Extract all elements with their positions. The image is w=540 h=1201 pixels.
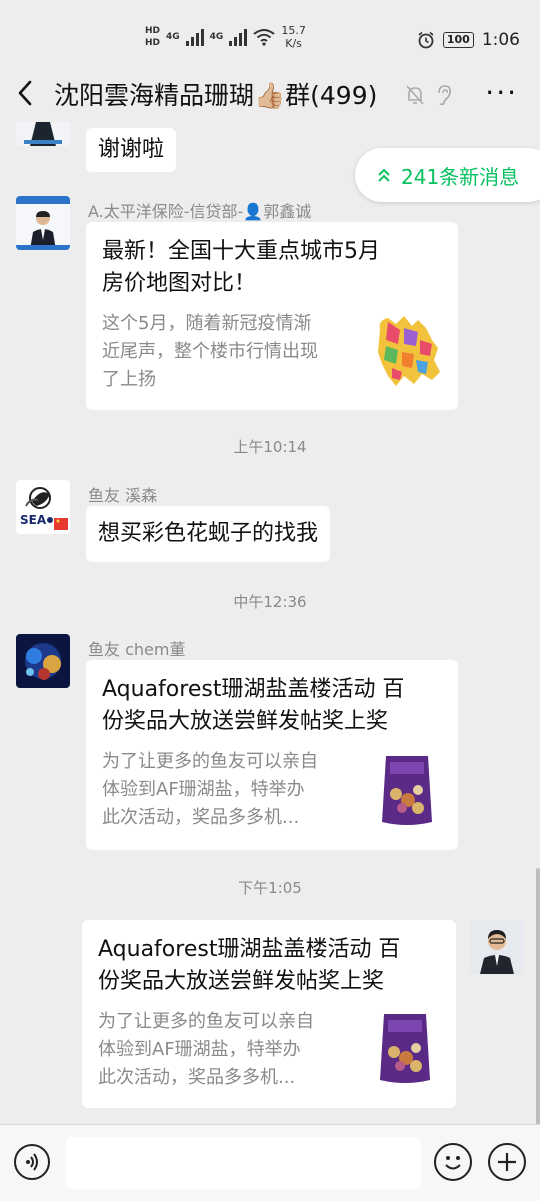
card-desc-line: 体验到AF珊湖盐，特举办 bbox=[98, 1039, 301, 1060]
message-input[interactable] bbox=[66, 1137, 421, 1189]
card-desc-line: 为了让更多的鱼友可以亲自 bbox=[98, 1011, 314, 1032]
sim2-label: 4G bbox=[209, 32, 224, 42]
chat-title: 沈阳雲海精品珊瑚👍🏼群(499) bbox=[54, 81, 378, 110]
new-messages-button[interactable]: 241条新消息 bbox=[355, 148, 540, 202]
card-title: Aquaforest珊湖盐盖楼活动 百 份奖品大放送尝鲜发帖奖上奖 bbox=[98, 934, 400, 998]
back-icon[interactable] bbox=[16, 78, 34, 116]
hd-indicator: HD HD bbox=[145, 25, 160, 49]
card-desc-line: 这个5月，随着新冠疫情渐 bbox=[102, 313, 312, 334]
avatar[interactable] bbox=[16, 122, 70, 146]
mute-icon bbox=[406, 85, 424, 105]
signal-icon bbox=[185, 28, 204, 46]
avatar[interactable] bbox=[16, 634, 70, 688]
card-title-line: 份奖品大放送尝鲜发帖奖上奖 bbox=[102, 709, 389, 734]
speed-unit: K/s bbox=[285, 37, 302, 50]
card-desc-line: 体验到AF珊湖盐，特举办 bbox=[102, 779, 305, 800]
voice-icon[interactable] bbox=[14, 1144, 50, 1180]
timestamp: 中午12:36 bbox=[233, 593, 307, 611]
card-title: 最新！全国十大重点城市5月 房价地图对比！ bbox=[102, 236, 380, 300]
scrollbar[interactable] bbox=[536, 868, 540, 1128]
link-card[interactable]: Aquaforest珊湖盐盖楼活动 百 份奖品大放送尝鲜发帖奖上奖 为了让更多的… bbox=[82, 920, 456, 1108]
my-avatar[interactable] bbox=[470, 920, 524, 974]
hd-label-top: HD bbox=[145, 26, 161, 36]
card-desc-line: 为了让更多的鱼友可以亲自 bbox=[102, 751, 318, 772]
status-right: 100 1:06 bbox=[417, 30, 520, 50]
card-desc-line: 了上扬 bbox=[102, 369, 156, 390]
avatar[interactable]: SEA bbox=[16, 480, 70, 534]
link-card[interactable]: Aquaforest珊湖盐盖楼活动 百 份奖品大放送尝鲜发帖奖上奖 为了让更多的… bbox=[86, 660, 458, 850]
card-desc-line: 近尾声，整个楼市行情出现 bbox=[102, 341, 318, 362]
card-description: 为了让更多的鱼友可以亲自 体验到AF珊湖盐，特举办 此次活动，奖品多多机... bbox=[98, 1008, 314, 1092]
emoji-icon[interactable] bbox=[434, 1143, 472, 1181]
sim1-label: 4G bbox=[166, 32, 180, 42]
card-description: 这个5月，随着新冠疫情渐 近尾声，整个楼市行情出现 了上扬 bbox=[102, 310, 318, 394]
timestamp: 上午10:14 bbox=[233, 438, 307, 456]
double-up-arrow-icon bbox=[378, 168, 390, 182]
card-thumbnail bbox=[378, 316, 440, 386]
speed-value: 15.7 bbox=[281, 24, 306, 37]
status-bar: HD HD 4G 4G 15.7 K/s 100 1:06 bbox=[0, 0, 540, 78]
svg-text:SEA: SEA bbox=[20, 513, 47, 527]
sender-name: 鱼友 chem董 bbox=[88, 640, 186, 659]
card-desc-line: 此次活动，奖品多多机... bbox=[102, 807, 300, 828]
new-messages-label: 241条新消息 bbox=[401, 165, 520, 189]
timestamp: 下午1:05 bbox=[238, 879, 302, 897]
more-icon[interactable]: ··· bbox=[485, 78, 518, 108]
input-bar bbox=[0, 1124, 540, 1201]
card-title-line: 份奖品大放送尝鲜发帖奖上奖 bbox=[98, 969, 385, 994]
card-title-line: Aquaforest珊湖盐盖楼活动 百 bbox=[102, 677, 405, 702]
wifi-icon bbox=[253, 29, 275, 46]
clock: 1:06 bbox=[481, 30, 520, 50]
card-title-line: 房价地图对比！ bbox=[102, 271, 257, 296]
message-bubble[interactable]: 想买彩色花蚬子的找我 bbox=[86, 506, 331, 562]
hd-label-bottom: HD bbox=[145, 38, 161, 48]
message-bubble[interactable]: 谢谢啦 bbox=[86, 128, 177, 172]
chat-area[interactable]: 谢谢啦 A.太平洋保险-信贷部-👤郭鑫诚 最新！全国十大重点城市5月 房价地图对… bbox=[0, 122, 540, 1124]
sender-name: 鱼友 溪森 bbox=[88, 486, 158, 505]
chat-header: 沈阳雲海精品珊瑚👍🏼群(499) ··· bbox=[0, 70, 540, 122]
message-text: 谢谢啦 bbox=[98, 137, 165, 162]
card-desc-line: 此次活动，奖品多多机... bbox=[98, 1067, 296, 1088]
network-speed: 15.7 K/s bbox=[281, 24, 306, 50]
card-title: Aquaforest珊湖盐盖楼活动 百 份奖品大放送尝鲜发帖奖上奖 bbox=[102, 674, 404, 738]
alarm-icon bbox=[418, 31, 434, 49]
card-thumbnail bbox=[382, 756, 432, 825]
battery-icon: 100 bbox=[442, 32, 474, 48]
card-description: 为了让更多的鱼友可以亲自 体验到AF珊湖盐，特举办 此次活动，奖品多多机... bbox=[102, 748, 318, 832]
sender-name: A.太平洋保险-信贷部-👤郭鑫诚 bbox=[88, 202, 312, 221]
ear-icon bbox=[438, 85, 451, 106]
card-title-line: 最新！全国十大重点城市5月 bbox=[102, 239, 380, 264]
avatar[interactable] bbox=[16, 196, 70, 250]
plus-icon[interactable] bbox=[488, 1143, 526, 1181]
network-indicators: HD HD 4G 4G 15.7 K/s bbox=[145, 24, 306, 50]
signal-icon bbox=[229, 28, 248, 46]
card-thumbnail bbox=[380, 1014, 430, 1083]
card-title-line: Aquaforest珊湖盐盖楼活动 百 bbox=[98, 937, 401, 962]
link-card[interactable]: 最新！全国十大重点城市5月 房价地图对比！ 这个5月，随着新冠疫情渐 近尾声，整… bbox=[86, 222, 458, 410]
message-text: 想买彩色花蚬子的找我 bbox=[98, 521, 319, 546]
